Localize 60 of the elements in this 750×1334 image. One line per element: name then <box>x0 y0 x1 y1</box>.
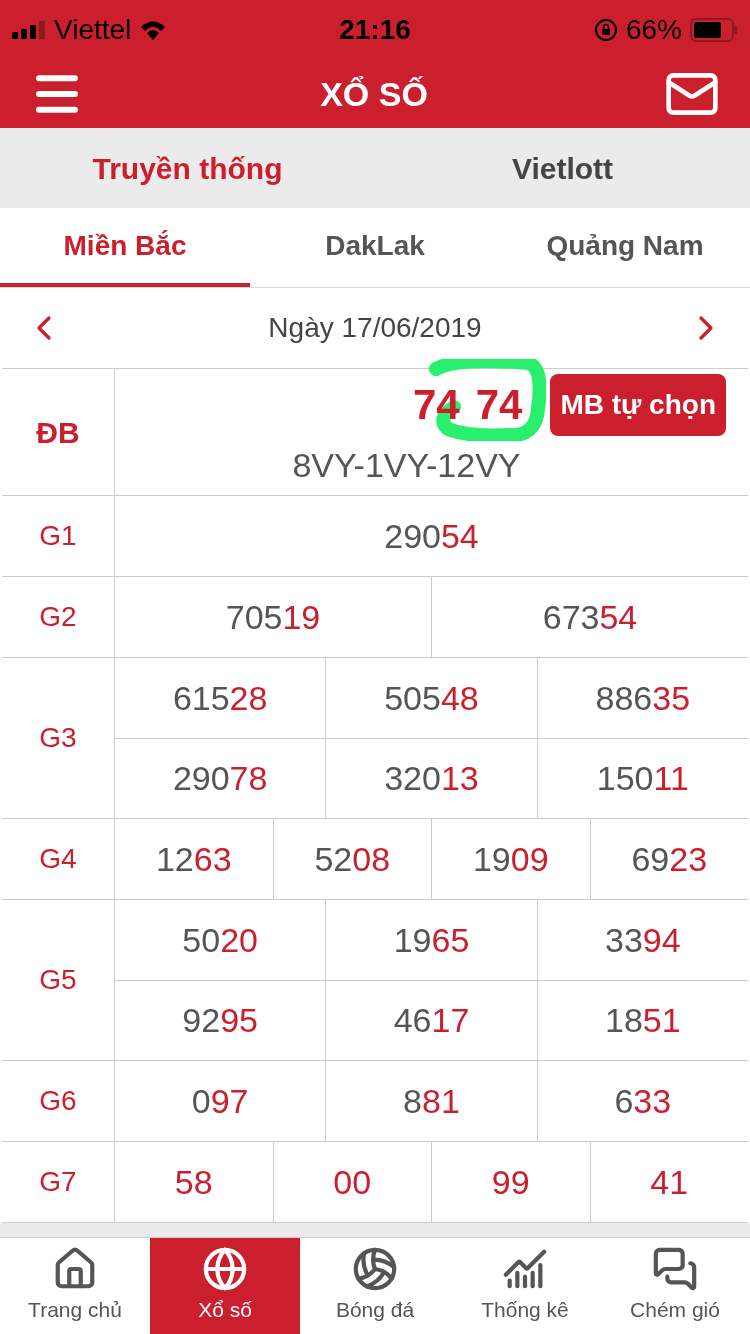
prize-number: 1851 <box>605 1000 681 1041</box>
prize-number: 1965 <box>393 919 470 961</box>
prize-label: G4 <box>39 842 77 876</box>
prize-number: 32013 <box>384 758 479 799</box>
prize-number: 15011 <box>596 758 689 799</box>
prize-number: 3394 <box>605 919 681 961</box>
prize-number: 5208 <box>314 838 391 880</box>
category-tab[interactable]: Vietlott <box>375 128 750 208</box>
prize-number: 5020 <box>182 919 258 961</box>
prize-label: G3 <box>39 721 77 755</box>
chat-icon <box>652 1246 698 1293</box>
nav-tab[interactable]: Bóng đá <box>300 1238 450 1334</box>
nav-tab[interactable]: Trang chủ <box>0 1238 150 1334</box>
wifi-icon <box>139 19 168 41</box>
signal-icon <box>12 21 46 39</box>
globe-icon <box>202 1246 248 1293</box>
battery-percent: 66% <box>625 13 682 47</box>
prize-number: 58 <box>174 1161 213 1203</box>
prize-label: G6 <box>39 1084 77 1118</box>
prize-label: G7 <box>39 1165 77 1199</box>
prize-number: 67354 <box>542 596 638 638</box>
region-tab[interactable]: Quảng Nam <box>500 208 750 287</box>
prize-number: 29054 <box>384 515 479 557</box>
special-prize-number: 74 <box>412 380 460 430</box>
ticket-codes: 8VY-1VY-12VY <box>292 445 521 486</box>
prize-number: 097 <box>191 1080 249 1122</box>
special-prize-number: 74 <box>475 380 523 430</box>
mb-pick-button[interactable]: MB tự chọn <box>550 373 726 436</box>
category-tab[interactable]: Truyền thống <box>0 128 375 208</box>
clock-time: 21:16 <box>339 13 411 47</box>
prize-number: 1909 <box>472 838 549 880</box>
draw-date: Ngày 17/06/2019 <box>268 311 482 345</box>
prize-number: 70519 <box>225 596 321 638</box>
nav-tab[interactable]: Chém gió <box>600 1238 750 1334</box>
prize-number: 1263 <box>155 838 232 880</box>
prize-label: G5 <box>39 963 77 997</box>
prize-number: 99 <box>491 1161 530 1203</box>
prize-number: 41 <box>650 1161 689 1203</box>
carrier-name: Viettel <box>54 13 132 47</box>
region-tab[interactable]: DakLak <box>250 208 500 287</box>
region-tab[interactable]: Miền Bắc <box>0 208 250 287</box>
rotation-lock-icon <box>593 18 618 42</box>
prize-number: 881 <box>403 1080 460 1122</box>
header-title: XỔ SỐ <box>320 73 428 115</box>
prize-number: 633 <box>614 1080 672 1122</box>
prize-number: 6923 <box>631 838 708 880</box>
prize-label: ĐB <box>36 414 80 451</box>
prize-number: 61528 <box>172 677 268 719</box>
prize-number: 29078 <box>172 758 268 799</box>
prize-label: G1 <box>39 519 77 553</box>
battery-icon <box>690 18 738 42</box>
prize-number: 50548 <box>384 677 479 719</box>
prize-number: 88635 <box>595 677 691 719</box>
ball-icon <box>352 1246 398 1293</box>
prize-label: G2 <box>39 600 77 634</box>
prize-number: 9295 <box>182 1000 258 1041</box>
nav-tab[interactable]: Xổ số <box>150 1238 300 1334</box>
nav-tab[interactable]: Thống kê <box>450 1238 600 1334</box>
prize-number: 00 <box>333 1161 372 1203</box>
prize-number: 4617 <box>393 1000 470 1041</box>
